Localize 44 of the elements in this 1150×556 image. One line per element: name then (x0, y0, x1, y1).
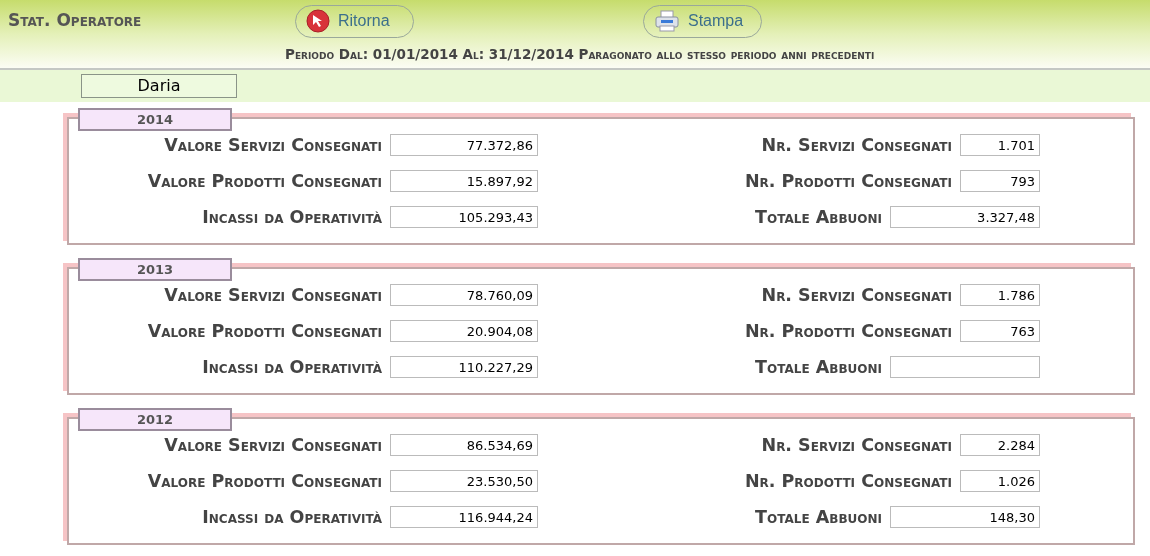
cursor-icon (306, 9, 330, 33)
value-field[interactable]: 763 (960, 320, 1040, 342)
value-field[interactable]: 23.530,50 (390, 470, 538, 492)
field-label: Nr. Servizi Consegnati (761, 135, 952, 155)
printer-icon (654, 9, 680, 33)
value-field[interactable]: 2.284 (960, 434, 1040, 456)
field-label: Valore Prodotti Consegnati (146, 171, 382, 191)
value-field[interactable]: 1.026 (960, 470, 1040, 492)
value-field[interactable]: 1.786 (960, 284, 1040, 306)
field-label: Totale Abbuoni (755, 507, 882, 527)
field-label: Nr. Prodotti Consegnati (744, 471, 952, 491)
field-label: Incassi da Operatività (201, 357, 382, 377)
value-field[interactable] (890, 356, 1040, 378)
value-field[interactable]: 793 (960, 170, 1040, 192)
field-label: Nr. Servizi Consegnati (761, 285, 952, 305)
value-field[interactable]: 3.327,48 (890, 206, 1040, 228)
field-label: Totale Abbuoni (755, 357, 882, 377)
value-field[interactable]: 77.372,86 (390, 134, 538, 156)
field-label: Totale Abbuoni (755, 207, 882, 227)
field-label: Valore Prodotti Consegnati (146, 471, 382, 491)
year-label: 2012 (78, 408, 232, 431)
value-field[interactable]: 116.944,24 (390, 506, 538, 528)
value-field[interactable]: 1.701 (960, 134, 1040, 156)
field-label: Valore Servizi Consegnati (163, 435, 382, 455)
operator-name: Daria (81, 74, 237, 98)
value-field[interactable]: 110.227,29 (390, 356, 538, 378)
field-label: Incassi da Operatività (201, 507, 382, 527)
field-label: Nr. Prodotti Consegnati (744, 321, 952, 341)
period-text: Periodo Dal: 01/01/2014 Al: 31/12/2014 Paragonato allo stesso periodo anni precedenti (284, 45, 876, 62)
year-label: 2013 (78, 258, 232, 281)
field-label: Nr. Prodotti Consegnati (744, 171, 952, 191)
value-field[interactable]: 105.293,43 (390, 206, 538, 228)
field-label: Valore Servizi Consegnati (163, 285, 382, 305)
value-field[interactable]: 86.534,69 (390, 434, 538, 456)
value-field[interactable]: 15.897,92 (390, 170, 538, 192)
field-label: Valore Prodotti Consegnati (146, 321, 382, 341)
field-label: Incassi da Operatività (201, 207, 382, 227)
value-field[interactable]: 148,30 (890, 506, 1040, 528)
value-field[interactable]: 20.904,08 (390, 320, 538, 342)
value-field[interactable]: 78.760,09 (390, 284, 538, 306)
field-label: Nr. Servizi Consegnati (761, 435, 952, 455)
page-title: Stat. Operatore (7, 10, 143, 30)
field-label: Valore Servizi Consegnati (163, 135, 382, 155)
year-label: 2014 (78, 108, 232, 131)
